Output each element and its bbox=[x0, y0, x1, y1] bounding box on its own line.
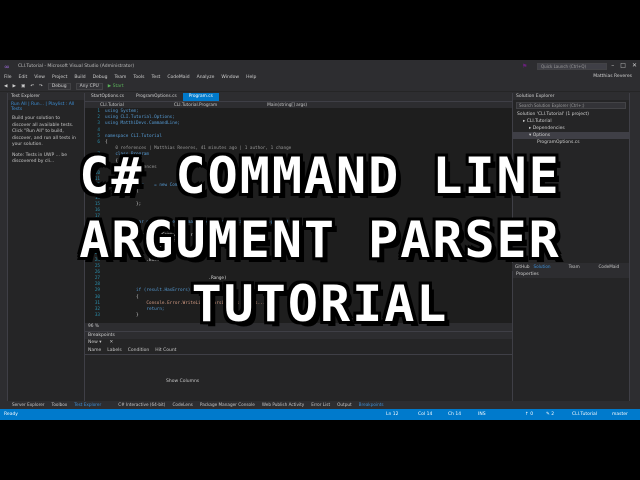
line-text: using MatthiDevs.CommandLine; bbox=[105, 121, 181, 127]
tab-csharp-interactive[interactable]: C# Interactive (64-bit) bbox=[118, 401, 165, 409]
tab-package-manager-console[interactable]: Package Manager Console bbox=[200, 401, 255, 409]
status-bar: Ready Ln 12 Col 14 Ch 14 INS ↑ 0 ✎ 2 CLI… bbox=[0, 409, 640, 420]
column-labels[interactable]: Labels bbox=[107, 347, 121, 354]
redo-icon[interactable]: ↷ bbox=[39, 84, 43, 89]
tree-solution[interactable]: Solution 'CLI.Tutorial' (1 project) bbox=[513, 111, 629, 118]
tree-options-folder[interactable]: ▾ Options bbox=[513, 132, 629, 139]
title-overlay-text: C# COMMAND LINE ARGUMENT PARSER TUTORIAL bbox=[0, 144, 640, 336]
menu-analyze[interactable]: Analyze bbox=[197, 75, 215, 80]
menu-team[interactable]: Team bbox=[114, 75, 126, 80]
status-branch[interactable]: master bbox=[612, 409, 628, 420]
breakpoints-columns: Name Labels Condition Hit Count bbox=[85, 347, 512, 355]
tree-project[interactable]: ▸ CLI.Tutorial bbox=[513, 118, 629, 125]
undo-icon[interactable]: ↶ bbox=[30, 84, 34, 89]
title-line-2: ARGUMENT PARSER bbox=[79, 211, 561, 269]
run-link[interactable]: Run... bbox=[31, 102, 44, 107]
menu-test[interactable]: Test bbox=[151, 75, 160, 80]
breakpoints-toolbar: New ▾ ✕ bbox=[85, 339, 512, 347]
tab-program[interactable]: Program.cs bbox=[182, 93, 219, 101]
solution-search-input[interactable]: Search Solution Explorer (Ctrl+;) bbox=[516, 102, 626, 109]
menu-codemaid[interactable]: CodeMaid bbox=[167, 75, 189, 80]
tab-output[interactable]: Output bbox=[337, 401, 352, 409]
breakpoints-panel: Breakpoints New ▾ ✕ Name Labels Conditio… bbox=[85, 331, 512, 401]
column-name[interactable]: Name bbox=[88, 347, 101, 354]
status-push-count[interactable]: ↑ 0 bbox=[525, 409, 533, 420]
column-condition[interactable]: Condition bbox=[128, 347, 149, 354]
visual-studio-logo-icon: ∞ bbox=[4, 62, 10, 71]
status-char[interactable]: Ch 14 bbox=[448, 409, 461, 420]
solution-explorer-title: Solution Explorer bbox=[513, 93, 629, 100]
test-explorer-title: Test Explorer bbox=[8, 93, 84, 100]
test-explorer-actions: Run All | Run... | Playlist : All Tests bbox=[11, 102, 75, 112]
menu-file[interactable]: File bbox=[4, 75, 12, 80]
status-column[interactable]: Col 14 bbox=[418, 409, 432, 420]
tab-startoptions[interactable]: StartOptions.cs bbox=[85, 93, 130, 101]
letterbox-bottom bbox=[0, 420, 640, 480]
show-columns-button[interactable]: Show Columns bbox=[166, 379, 199, 384]
delete-icon[interactable]: ✕ bbox=[110, 339, 114, 347]
title-line-3: TUTORIAL bbox=[191, 275, 449, 333]
title-line-1: C# COMMAND LINE bbox=[79, 147, 561, 205]
menu-edit[interactable]: Edit bbox=[19, 75, 28, 80]
status-line[interactable]: Ln 12 bbox=[386, 409, 399, 420]
tab-toolbox[interactable]: Toolbox bbox=[52, 401, 68, 409]
document-tabs: StartOptions.cs ProgramOptions.cs Progra… bbox=[85, 93, 512, 101]
nav-type[interactable]: CLI.Tutorial.Program bbox=[174, 103, 217, 108]
configuration-select[interactable]: Debug bbox=[47, 83, 71, 90]
menu-build[interactable]: Build bbox=[74, 75, 85, 80]
status-insert-mode[interactable]: INS bbox=[478, 409, 486, 420]
menu-debug[interactable]: Debug bbox=[93, 75, 108, 80]
menu-tools[interactable]: Tools bbox=[133, 75, 144, 80]
tab-server-explorer[interactable]: Server Explorer bbox=[12, 401, 45, 409]
platform-select[interactable]: Any CPU bbox=[75, 83, 103, 90]
menu-help[interactable]: Help bbox=[246, 75, 256, 80]
standard-toolbar: ◀ ▶ ▣ ↶ ↷ Debug Any CPU ▶ Start bbox=[0, 82, 640, 92]
signed-in-user[interactable]: Matthias Reveres bbox=[593, 74, 632, 79]
letterbox-top bbox=[0, 0, 640, 60]
save-icon[interactable]: ▣ bbox=[21, 84, 25, 89]
minimize-icon[interactable]: – bbox=[611, 62, 614, 69]
menu-view[interactable]: View bbox=[34, 75, 45, 80]
status-pending-changes[interactable]: ✎ 2 bbox=[546, 409, 554, 420]
feedback-flag-icon[interactable]: ⚑ bbox=[522, 63, 527, 70]
menu-bar: File Edit View Project Build Debug Team … bbox=[0, 73, 640, 82]
tab-breakpoints[interactable]: Breakpoints bbox=[359, 401, 384, 409]
window-controls: – □ ✕ bbox=[611, 62, 637, 69]
nav-member[interactable]: Main(string[] args) bbox=[267, 103, 307, 108]
nav-project[interactable]: CLI.Tutorial bbox=[100, 103, 124, 108]
column-hit-count[interactable]: Hit Count bbox=[155, 347, 176, 354]
back-icon[interactable]: ◀ bbox=[4, 84, 7, 89]
navigation-bar: CLI.Tutorial CLI.Tutorial.Program Main(s… bbox=[85, 101, 512, 108]
close-icon[interactable]: ✕ bbox=[632, 62, 637, 69]
menu-window[interactable]: Window bbox=[221, 75, 239, 80]
quick-launch-input[interactable]: Quick Launch (Ctrl+Q) bbox=[537, 63, 607, 70]
tree-dependencies[interactable]: ▸ Dependencies bbox=[513, 125, 629, 132]
forward-icon[interactable]: ▶ bbox=[12, 84, 15, 89]
bottom-tool-tabs: Server Explorer Toolbox Test Explorer C#… bbox=[0, 401, 640, 409]
menu-project[interactable]: Project bbox=[52, 75, 67, 80]
tab-web-publish-activity[interactable]: Web Publish Activity bbox=[262, 401, 304, 409]
maximize-icon[interactable]: □ bbox=[620, 62, 626, 69]
line-text: namespace CLI.Tutorial bbox=[105, 133, 162, 139]
window-title: CLI.Tutorial - Microsoft Visual Studio (… bbox=[18, 64, 135, 69]
tab-test-explorer[interactable]: Test Explorer bbox=[74, 401, 101, 409]
start-button[interactable]: ▶ Start bbox=[108, 84, 124, 89]
status-ready: Ready bbox=[4, 412, 18, 417]
tab-error-list[interactable]: Error List bbox=[311, 401, 330, 409]
tab-programoptions[interactable]: ProgramOptions.cs bbox=[130, 93, 183, 101]
new-breakpoint-button[interactable]: New ▾ bbox=[88, 339, 102, 347]
status-repository[interactable]: CLI.Tutorial bbox=[572, 409, 597, 420]
tab-codelens[interactable]: CodeLens bbox=[172, 401, 192, 409]
